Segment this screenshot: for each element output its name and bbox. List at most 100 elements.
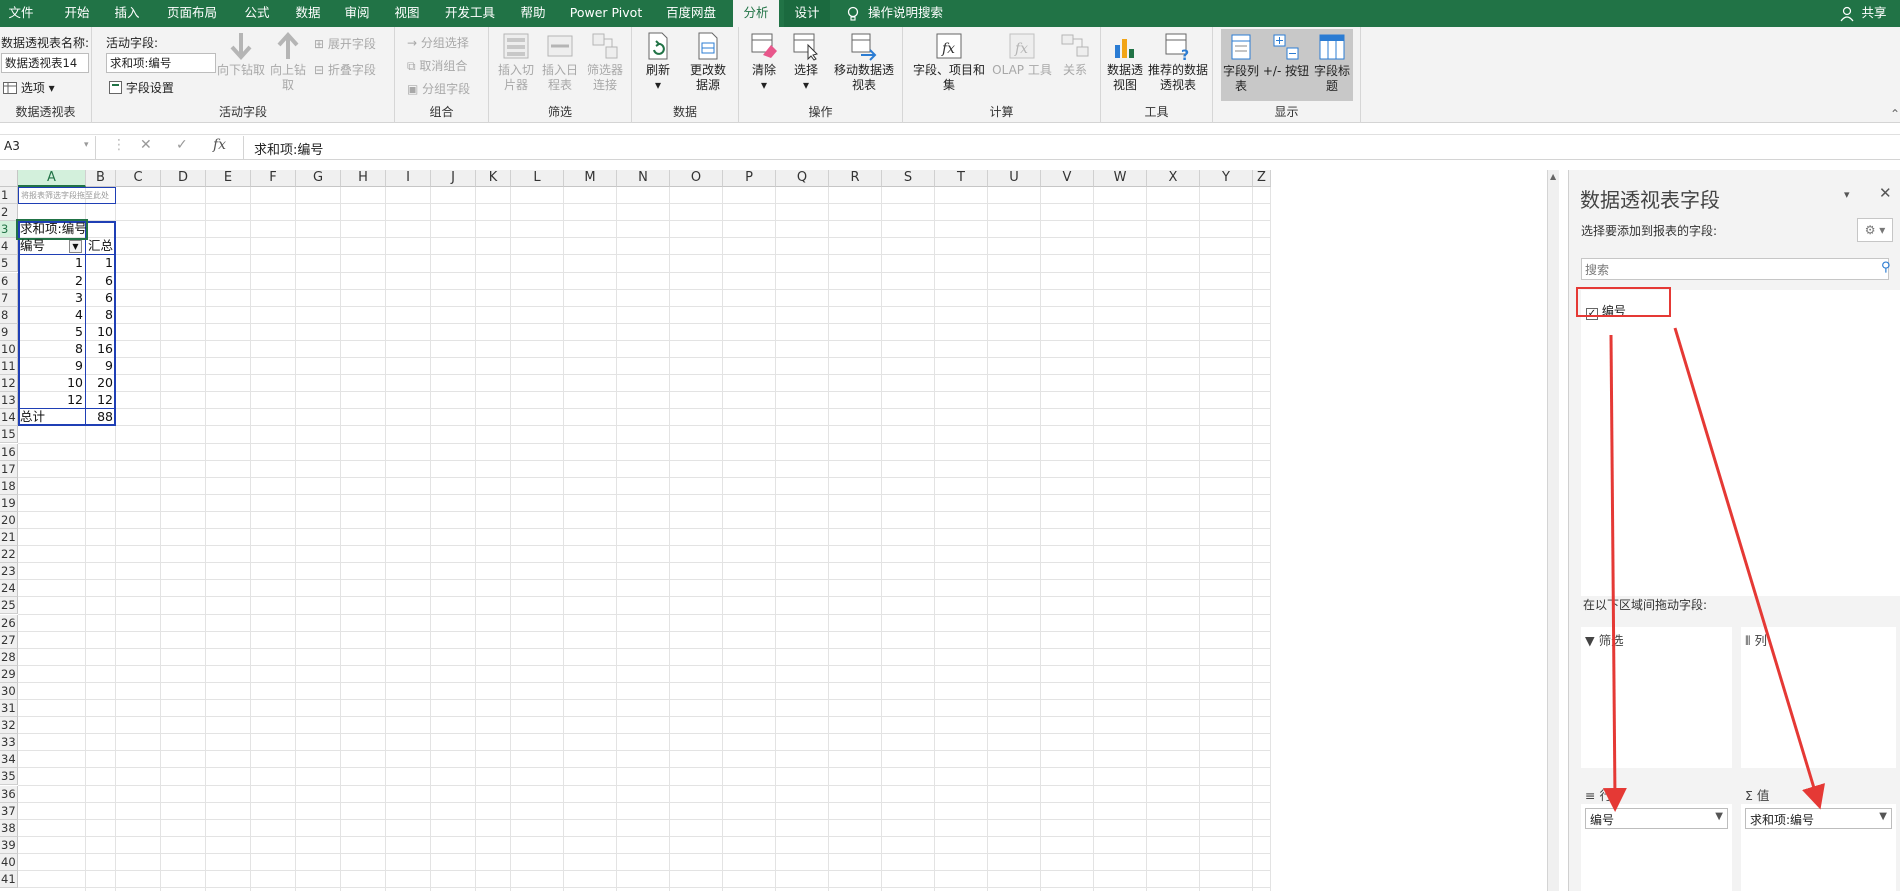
collapse-field-button[interactable]: ⊟ 折叠字段 [314,61,376,78]
row-header[interactable]: 14 [0,409,18,427]
pivot-row-value[interactable]: 8 [86,307,116,324]
row-header[interactable]: 17 [0,460,18,478]
clear-button[interactable]: 清除 ▾ [743,31,785,93]
row-header[interactable]: 6 [0,272,18,290]
row-header[interactable]: 16 [0,443,18,461]
relationships-button[interactable]: 关系 [1055,31,1095,78]
row-header[interactable]: 38 [0,819,18,837]
pivot-row-key[interactable]: 3 [18,290,86,307]
olap-tools-button[interactable]: fx OLAP 工具 [989,31,1055,78]
column-header[interactable]: H [341,170,386,187]
worksheet-grid[interactable]: 1 2 3 4 5 6 7 8 9 10 11 12 13 14 15 16 17 18 19 20 21 22 23 24 2… [0,170,1547,891]
pivot-row-key[interactable]: 2 [18,273,86,290]
row-header[interactable]: 18 [0,477,18,495]
formula-input[interactable]: 求和项:编号 [243,136,1899,159]
pivot-grand-total-value[interactable]: 88 [86,409,116,426]
pivot-total-header-cell[interactable]: 汇总 [86,238,116,255]
row-header[interactable]: 27 [0,631,18,649]
row-header[interactable]: 10 [0,340,18,358]
row-header[interactable]: 39 [0,836,18,854]
column-header[interactable]: M [564,170,617,187]
column-header[interactable]: J [431,170,476,187]
row-header[interactable]: 30 [0,682,18,700]
row-header[interactable]: 11 [0,358,18,376]
pivot-row-value[interactable]: 6 [86,290,116,307]
pivot-row-value[interactable]: 20 [86,375,116,392]
row-header[interactable]: 1 [0,187,18,205]
field-headers-toggle[interactable]: 字段标题 [1311,29,1353,101]
tab-baidu-netdisk[interactable]: 百度网盘 [660,0,722,27]
row-header[interactable]: 8 [0,306,18,324]
tab-design[interactable]: 设计 [784,0,830,27]
recommended-pivot-button[interactable]: ? 推荐的数据透视表 [1146,31,1210,93]
row-header[interactable]: 26 [0,614,18,632]
column-header[interactable]: F [251,170,296,187]
column-header[interactable]: X [1147,170,1200,187]
column-header[interactable]: P [723,170,776,187]
pivot-chart-button[interactable]: 数据透视图 [1105,31,1145,93]
pivot-row-value[interactable]: 10 [86,324,116,341]
pivot-row-value[interactable]: 16 [86,341,116,358]
row-header[interactable]: 33 [0,734,18,752]
row-header[interactable]: 22 [0,546,18,564]
column-header[interactable]: I [386,170,431,187]
tab-file[interactable]: 文件 [0,0,42,27]
column-header[interactable]: C [116,170,161,187]
column-header[interactable]: L [511,170,564,187]
row-header[interactable]: 5 [0,255,18,273]
filter-connections-button[interactable]: 筛选器连接 [582,31,628,93]
row-header[interactable]: 25 [0,597,18,615]
tab-insert[interactable]: 插入 [106,0,148,27]
insert-function-icon[interactable]: fx [213,137,226,153]
insert-slicer-button[interactable]: 插入切片器 [494,31,538,93]
row-header[interactable]: 4 [0,238,18,256]
move-pivot-button[interactable]: 移动数据透视表 [828,31,900,93]
tab-power-pivot[interactable]: Power Pivot [566,0,646,27]
pivot-row-key[interactable]: 12 [18,392,86,409]
enter-icon[interactable]: ✓ [176,137,188,153]
row-header[interactable]: 37 [0,802,18,820]
tab-analyze[interactable]: 分析 [733,0,779,27]
column-header[interactable]: V [1041,170,1094,187]
options-button[interactable]: 选项 ▾ [3,79,55,96]
row-header[interactable]: 9 [0,323,18,341]
row-header[interactable]: 29 [0,665,18,683]
row-header[interactable]: 19 [0,494,18,512]
row-header[interactable]: 24 [0,580,18,598]
tab-formulas[interactable]: 公式 [236,0,278,27]
pivot-row-key[interactable]: 10 [18,375,86,392]
column-header[interactable]: G [296,170,341,187]
row-filter-dropdown-icon[interactable]: ▼ [69,240,82,254]
column-header[interactable]: B [86,170,116,187]
pivot-filter-dropzone[interactable]: 将报表筛选字段拖至此处 [18,187,116,205]
scroll-up-icon[interactable]: ▲ [1550,172,1556,181]
pivot-row-value[interactable]: 9 [86,358,116,375]
cancel-icon[interactable]: ✕ [140,137,152,153]
pivot-row-value[interactable]: 12 [86,392,116,409]
tab-developer[interactable]: 开发工具 [438,0,502,27]
column-header[interactable]: Z [1253,170,1271,187]
column-header[interactable]: W [1094,170,1147,187]
select-button[interactable]: 选择 ▾ [785,31,827,93]
pivot-row-value[interactable]: 6 [86,273,116,290]
pivot-row-key[interactable]: 9 [18,358,86,375]
share-button[interactable]: 共享 [1856,0,1892,27]
pivot-grand-total-label[interactable]: 总计 [18,409,86,426]
drill-up-button[interactable]: 向上钻取 [266,31,310,93]
row-header[interactable]: 20 [0,511,18,529]
row-header[interactable]: 31 [0,700,18,718]
active-field-input[interactable]: 求和项:编号 [106,53,216,73]
row-header[interactable]: 7 [0,289,18,307]
pivot-row-key[interactable]: 4 [18,307,86,324]
fields-items-sets-button[interactable]: fx 字段、项目和集 [909,31,989,93]
row-header[interactable]: 2 [0,204,18,222]
vertical-scrollbar[interactable]: ▲ [1547,170,1559,891]
tab-data[interactable]: 数据 [287,0,329,27]
change-data-source-button[interactable]: 更改数据源 [680,31,736,93]
expand-field-button[interactable]: ⊞ 展开字段 [314,35,376,52]
pivot-value-header-cell[interactable]: 求和项:编号 [16,219,88,241]
name-box[interactable]: A3 [0,136,96,159]
pivot-row-header-cell[interactable]: 编号 [18,238,72,255]
row-header[interactable]: 36 [0,785,18,803]
row-header[interactable]: 32 [0,717,18,735]
